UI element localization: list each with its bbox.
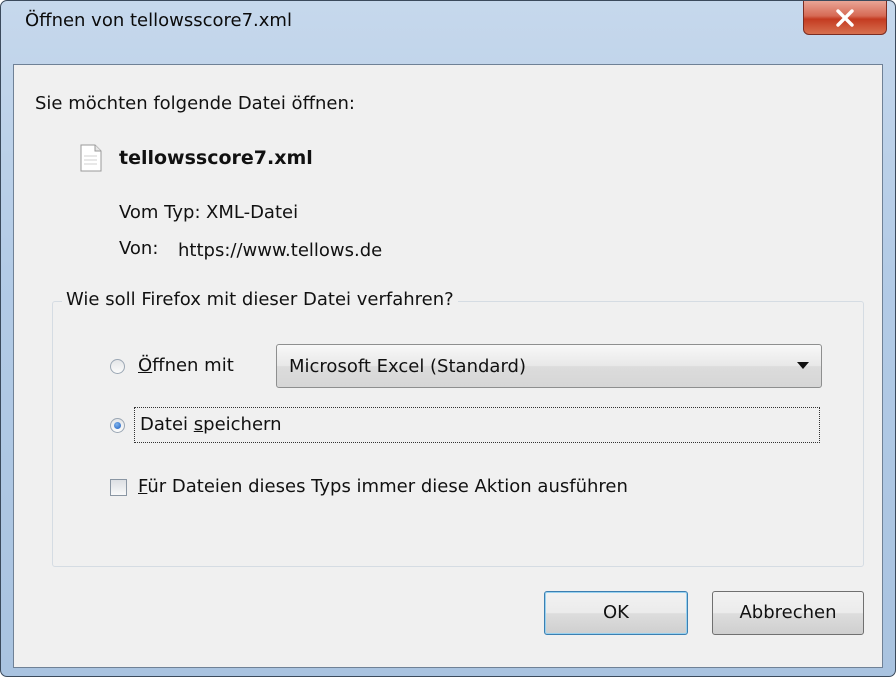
application-select-value: Microsoft Excel (Standard) — [289, 356, 526, 377]
cancel-button[interactable]: Abbrechen — [712, 591, 864, 635]
type-label: Vom Typ: — [119, 202, 201, 223]
dialog-window: Öffnen von tellowsscore7.xml Sie möchten… — [0, 0, 896, 677]
dialog-body: Sie möchten folgende Datei öffnen: tello… — [13, 64, 883, 668]
title-bar[interactable]: Öffnen von tellowsscore7.xml — [1, 1, 895, 35]
save-file-mnemonic: s — [193, 414, 204, 435]
open-with-label[interactable]: Öffnen mit — [138, 355, 234, 376]
open-with-mnemonic: Ö — [138, 355, 153, 376]
always-action-mnemonic: F — [138, 476, 148, 497]
save-file-text-before: Datei — [140, 414, 194, 435]
chevron-down-icon — [797, 362, 809, 369]
from-value: https://www.tellows.de — [178, 240, 383, 261]
document-icon — [80, 144, 102, 172]
intro-text: Sie möchten folgende Datei öffnen: — [35, 93, 355, 114]
always-action-text: ür Dateien dieses Typs immer diese Aktio… — [147, 476, 628, 497]
window-title: Öffnen von tellowsscore7.xml — [25, 10, 292, 31]
from-label: Von: — [119, 238, 159, 259]
close-button[interactable] — [803, 1, 887, 35]
group-legend: Wie soll Firefox mit dieser Datei verfah… — [62, 289, 458, 310]
ok-button[interactable]: OK — [544, 591, 688, 635]
always-action-checkbox[interactable] — [110, 479, 127, 496]
always-action-label[interactable]: Für Dateien dieses Typs immer diese Akti… — [138, 476, 628, 497]
open-with-text: ffnen mit — [152, 355, 234, 376]
file-name: tellowsscore7.xml — [119, 147, 313, 169]
application-select[interactable]: Microsoft Excel (Standard) — [276, 344, 822, 388]
save-file-label[interactable]: Datei speichern — [140, 414, 282, 435]
save-file-radio[interactable] — [110, 418, 125, 433]
open-with-radio[interactable] — [110, 359, 125, 374]
save-file-focus[interactable]: Datei speichern — [134, 407, 820, 443]
close-icon — [836, 9, 854, 27]
save-file-text: peichern — [203, 414, 282, 435]
type-value: XML-Datei — [206, 202, 299, 223]
